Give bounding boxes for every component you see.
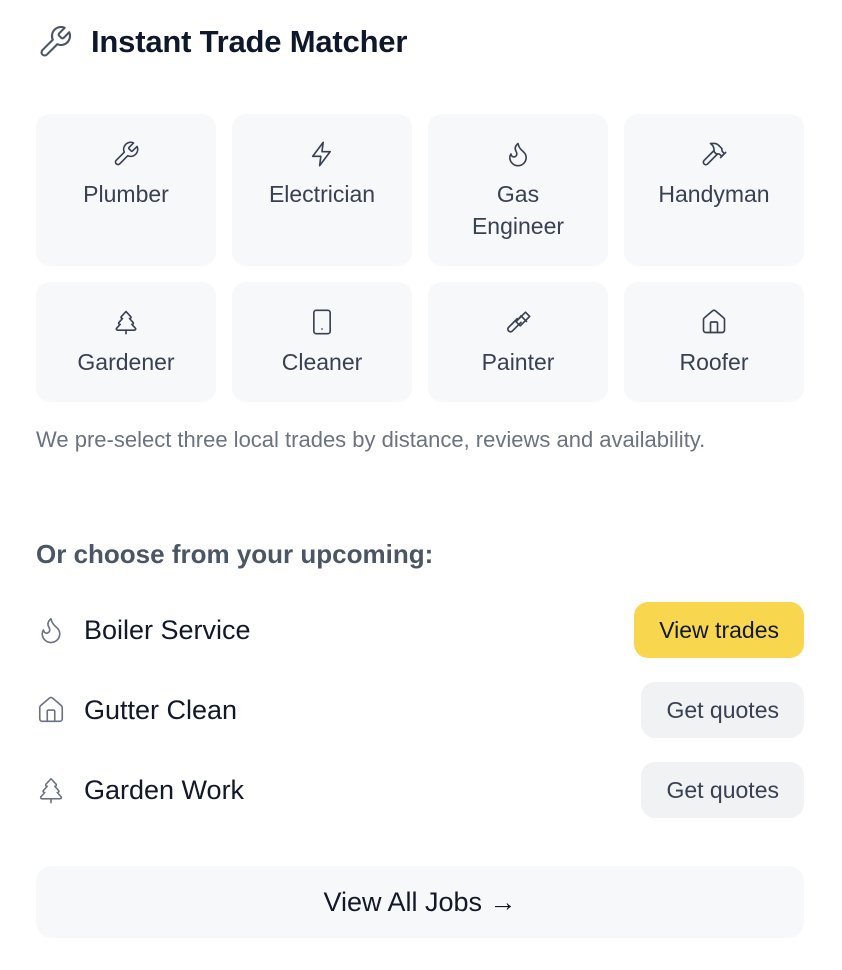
trade-tile-painter[interactable]: Painter <box>428 282 608 402</box>
page-title: Instant Trade Matcher <box>91 24 408 59</box>
list-item: Garden Work Get quotes <box>36 762 804 818</box>
view-all-jobs-button[interactable]: View All Jobs → <box>36 866 804 938</box>
header: Instant Trade Matcher <box>37 22 407 62</box>
house-icon <box>700 308 728 336</box>
job-label: Garden Work <box>84 774 245 805</box>
trade-grid: Plumber Electrician Gas Engineer Handyma… <box>36 114 804 402</box>
flame-icon <box>504 140 532 168</box>
get-quotes-button[interactable]: Get quotes <box>641 682 804 738</box>
view-trades-button[interactable]: View trades <box>634 602 804 658</box>
trade-tile-roofer[interactable]: Roofer <box>624 282 804 402</box>
view-all-jobs-label: View All Jobs → <box>323 886 517 917</box>
tree-icon <box>112 308 140 336</box>
trade-tile-plumber[interactable]: Plumber <box>36 114 216 266</box>
job-label: Boiler Service <box>84 614 251 645</box>
trade-tile-electrician[interactable]: Electrician <box>232 114 412 266</box>
trade-label: Gardener <box>77 349 175 375</box>
flame-icon <box>36 615 66 645</box>
upcoming-heading: Or choose from your upcoming: <box>36 539 434 569</box>
trade-tile-gardener[interactable]: Gardener <box>36 282 216 402</box>
trade-label: Plumber <box>83 181 169 207</box>
house-icon <box>36 695 66 725</box>
trade-label: Painter <box>481 349 555 375</box>
tree-icon <box>36 775 66 805</box>
hammer-icon <box>700 140 728 168</box>
info-note: We pre-select three local trades by dist… <box>36 427 706 452</box>
wrench-icon <box>112 140 140 168</box>
phone-icon <box>308 308 336 336</box>
trade-label: Cleaner <box>281 349 363 375</box>
trade-label: Roofer <box>679 349 749 375</box>
get-quotes-button[interactable]: Get quotes <box>641 762 804 818</box>
list-item: Boiler Service View trades <box>36 602 804 658</box>
trade-tile-cleaner[interactable]: Cleaner <box>232 282 412 402</box>
wrench-icon <box>37 24 73 60</box>
job-label: Gutter Clean <box>84 694 238 725</box>
trade-label: Handyman <box>658 181 770 207</box>
lightning-icon <box>308 140 336 168</box>
trade-label: Electrician <box>268 181 376 207</box>
trade-label: Gas Engineer <box>471 181 565 239</box>
list-item: Gutter Clean Get quotes <box>36 682 804 738</box>
trade-tile-handyman[interactable]: Handyman <box>624 114 804 266</box>
paintbrush-icon <box>504 308 532 336</box>
trade-tile-gas-engineer[interactable]: Gas Engineer <box>428 114 608 266</box>
upcoming-jobs-list: Boiler Service View trades Gutter Clean … <box>36 602 804 842</box>
